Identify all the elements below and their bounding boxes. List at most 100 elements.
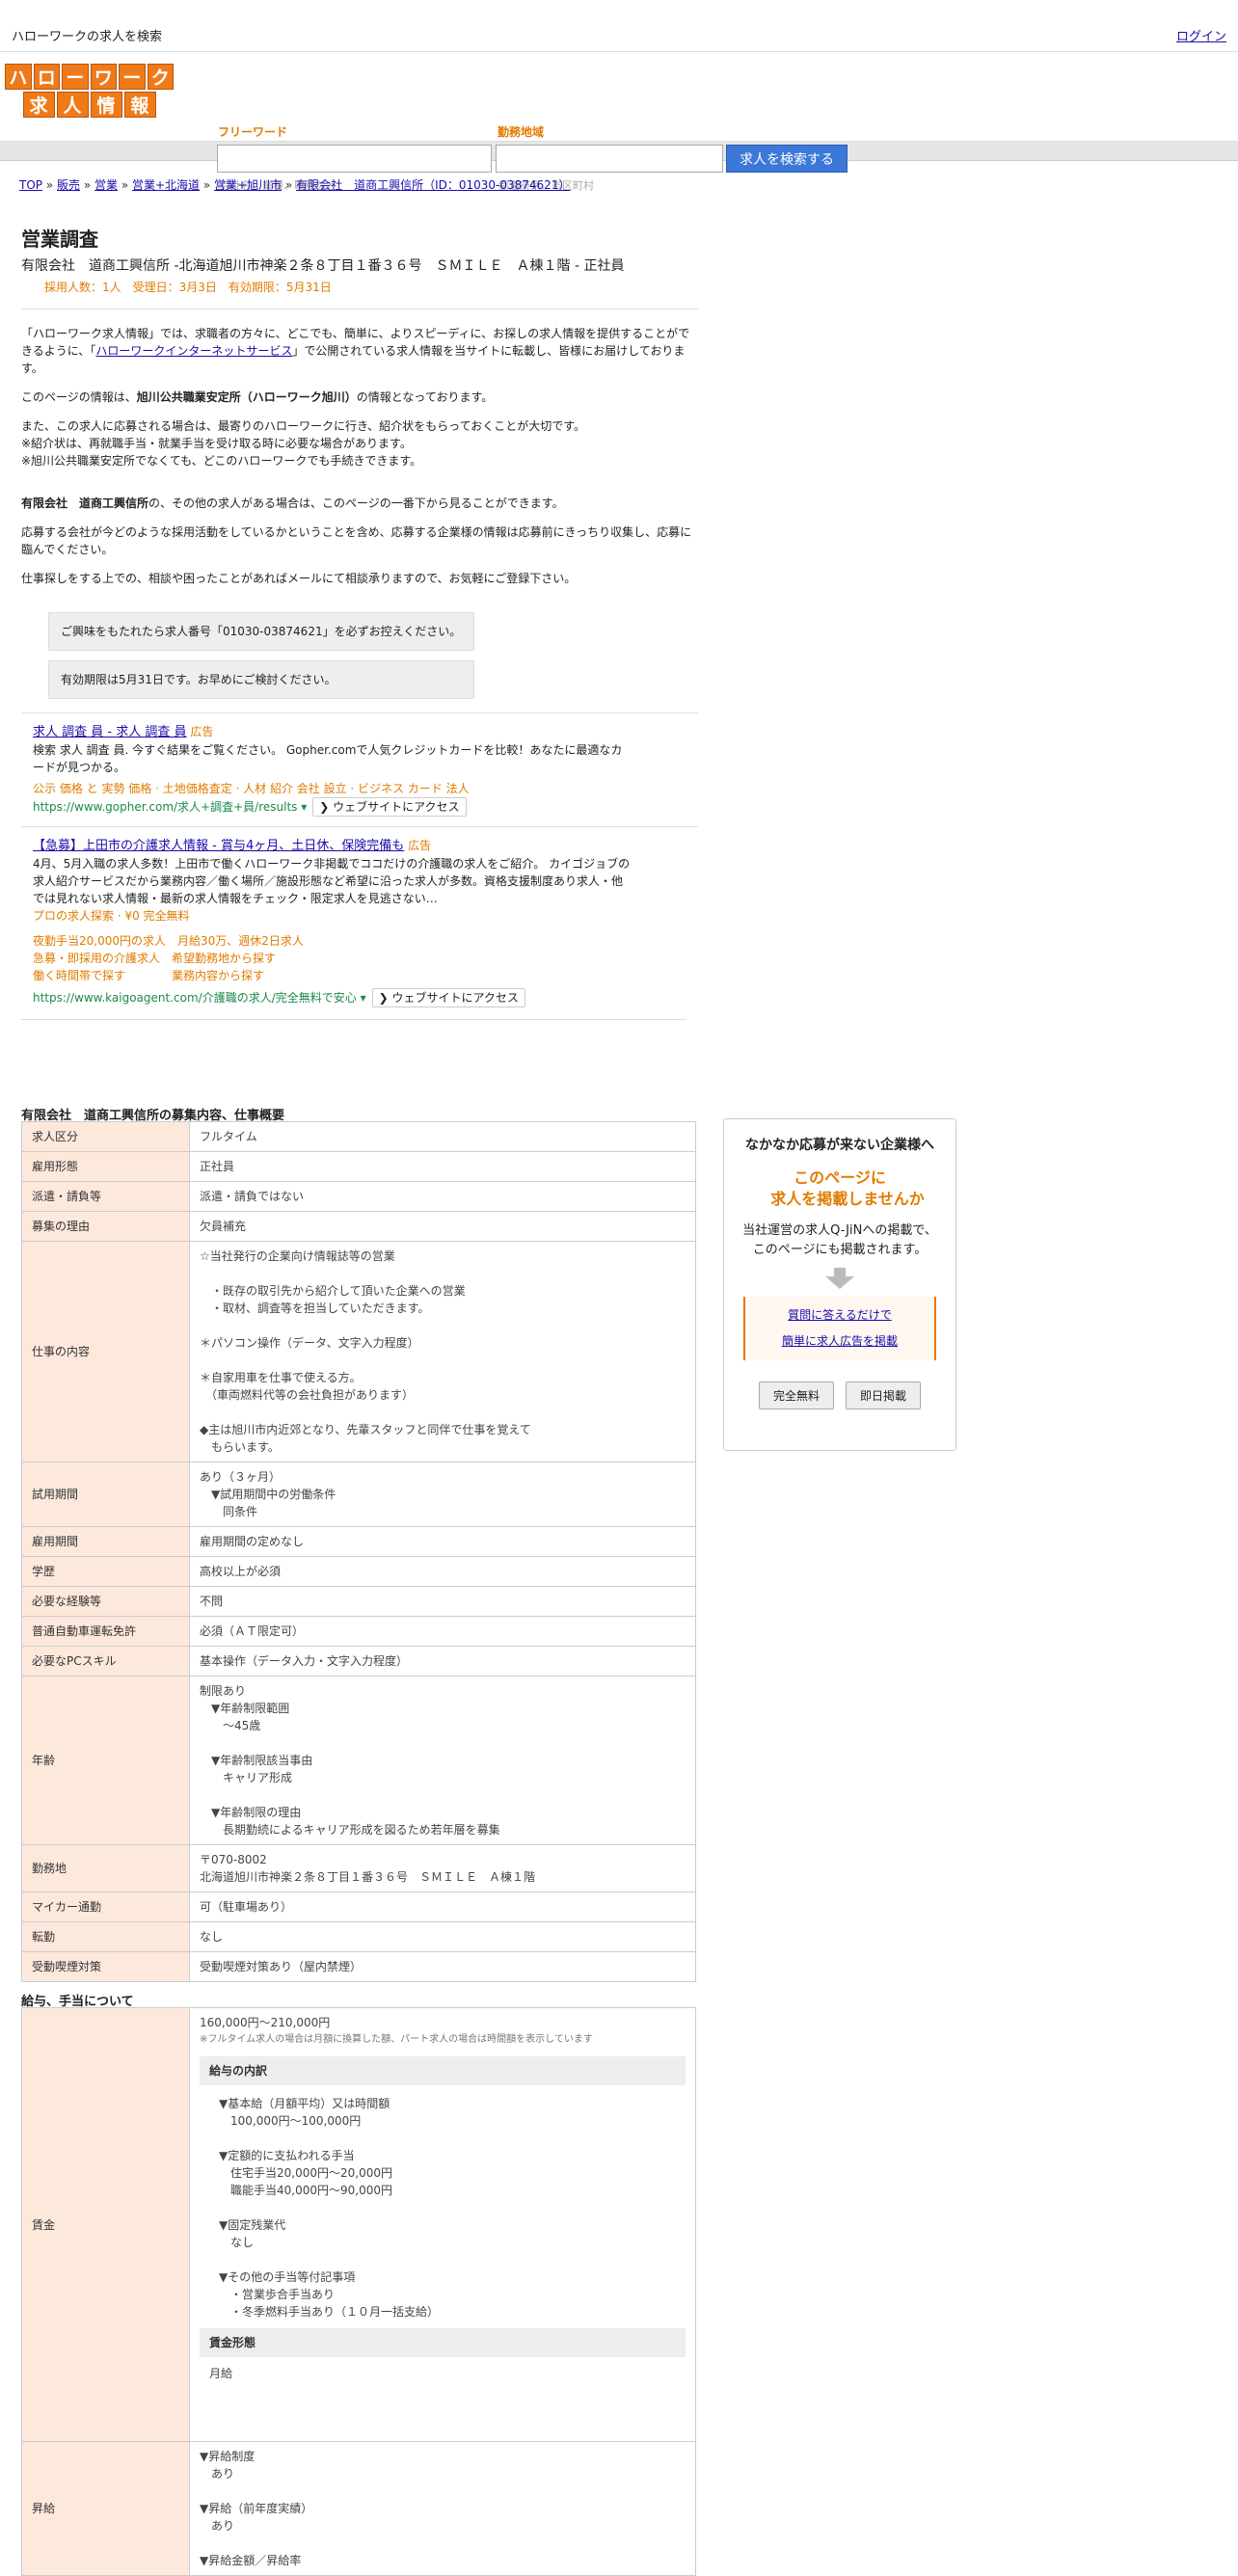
row-value: 制限あり ▼年齢制限範囲 〜45歳 ▼年齢制限該当事由 キャリア形成 ▼年齢制限… bbox=[189, 1676, 696, 1845]
table-row: 普通自動車運転免許 必須（ＡＴ限定可） bbox=[21, 1616, 696, 1647]
row-key: 試用期間 bbox=[21, 1462, 190, 1527]
hellowork-logo[interactable]: ハローワーク 求人情報 bbox=[5, 64, 174, 120]
intro-paragraph-2: このページの情報は、旭川公共職業安定所（ハローワーク旭川）の情報となっております… bbox=[21, 390, 494, 404]
row-value: あり（３ヶ月） ▼試用期間中の労働条件 同条件 bbox=[189, 1462, 696, 1527]
row-key: 派遣・請負等 bbox=[21, 1181, 190, 1212]
ad-2: 【急募】上田市の介護求人情報 - 賞与4ヶ月、土日休、保険完備も 広告 4月、5… bbox=[33, 837, 631, 1007]
search-button[interactable]: 求人を検索する bbox=[726, 145, 848, 173]
table-row: 募集の理由 欠員補充 bbox=[21, 1211, 696, 1242]
row-value: 必須（ＡＴ限定可） bbox=[189, 1616, 696, 1647]
table-row: マイカー通勤 可（駐車場あり） bbox=[21, 1892, 696, 1922]
visit-website-button[interactable]: ❯ ウェブサイトにアクセス bbox=[312, 797, 467, 817]
row-key: 賃金 bbox=[21, 2007, 190, 2442]
form-label: 賃金形態 bbox=[200, 2328, 686, 2357]
row-value: 高校以上が必須 bbox=[189, 1556, 696, 1587]
table-row: 年齢 制限あり ▼年齢制限範囲 〜45歳 ▼年齢制限該当事由 キャリア形成 ▼年齢… bbox=[21, 1676, 696, 1845]
table-row: 勤務地 〒070-8002 北海道旭川市神楽２条８丁目１番３６号 ＳＭＩＬＥ Ａ棟… bbox=[21, 1844, 696, 1892]
logo-char: 人 bbox=[56, 92, 89, 118]
ad-sitelinks[interactable]: 夜勤手当20,000円の求人 月給30万、週休2日求人 急募・即採用の介護求人 … bbox=[33, 932, 631, 984]
same-day-button[interactable]: 即日掲載 bbox=[846, 1382, 922, 1409]
row-value: 基本操作（データ入力・文字入力程度） bbox=[189, 1646, 696, 1677]
ad-title[interactable]: 【急募】上田市の介護求人情報 - 賞与4ヶ月、土日休、保険完備も bbox=[33, 839, 404, 853]
job-subtitle: 有限会社 道商工興信所 -北海道旭川市神楽２条８丁目１番３６号 ＳＭＩＬＥ Ａ棟… bbox=[21, 258, 625, 274]
logo-char: 求 bbox=[22, 92, 55, 118]
area-input[interactable] bbox=[496, 145, 723, 173]
row-value: 不問 bbox=[189, 1586, 696, 1617]
table-row: 転勤 なし bbox=[21, 1921, 696, 1952]
logo-char: 情 bbox=[90, 92, 122, 118]
logo-char: ハ bbox=[5, 64, 32, 90]
row-value: 可（駐車場あり） bbox=[189, 1892, 696, 1922]
salary-range: 160,000円〜210,000円 bbox=[200, 2016, 331, 2029]
row-key: 年齢 bbox=[21, 1676, 190, 1845]
breadcrumb-item[interactable]: 営業 bbox=[94, 178, 118, 192]
row-value: なし bbox=[189, 1921, 696, 1952]
sidebar-cta: このページに 求人を掲載しませんか bbox=[770, 1168, 925, 1208]
ad-title[interactable]: 求人 調査 員 - 求人 調査 員 bbox=[33, 725, 187, 739]
breadcrumb: TOP » 販売 » 営業 » 営業+北海道 » 営業+旭川市 » 有限会社 道… bbox=[19, 178, 571, 192]
ad-url[interactable]: https://www.kaigoagent.com/介護職の求人/完全無料で安… bbox=[33, 991, 357, 1005]
intro-paragraph-3: また、この求人に応募される場合は、最寄りのハローワークに行き、紹介状をもらってお… bbox=[21, 419, 586, 468]
row-key: 仕事の内容 bbox=[21, 1241, 190, 1462]
ad-url[interactable]: https://www.gopher.com/求人+調査+員/results bbox=[33, 800, 297, 814]
job-main: 営業調査 有限会社 道商工興信所 -北海道旭川市神楽２条８丁目１番３６号 ＳＭＩ… bbox=[21, 224, 698, 1032]
sidebar-heading: なかなか応募が来ない企業様へ bbox=[745, 1138, 934, 1153]
freeword-input[interactable] bbox=[217, 145, 492, 173]
details-table: 求人区分 フルタイム 雇用形態 正社員 派遣・請負等 派遣・請負ではない 募集の理由 欠員補充… bbox=[21, 1121, 696, 1982]
breadcrumb-item[interactable]: 有限会社 道商工興信所（ID：01030-03874621） bbox=[296, 178, 570, 192]
breadcrumb-item[interactable]: 販売 bbox=[57, 178, 80, 192]
ad-sitelinks[interactable]: 公示 価格 と 実勢 価格 · 土地価格査定 · 人材 紹介 会社 設立 · ビ… bbox=[33, 780, 631, 797]
table-row: 試用期間 あり（３ヶ月） ▼試用期間中の労働条件 同条件 bbox=[21, 1462, 696, 1527]
table-row: 求人区分 フルタイム bbox=[21, 1121, 696, 1152]
ad-tag: 広告 bbox=[408, 839, 432, 852]
login-link[interactable]: ログイン bbox=[1176, 26, 1226, 44]
row-value: 正社員 bbox=[189, 1151, 696, 1182]
sidebar-link-answer[interactable]: 質問に答えるだけで bbox=[788, 1308, 892, 1322]
row-value: 〒070-8002 北海道旭川市神楽２条８丁目１番３６号 ＳＭＩＬＥ Ａ棟１階 bbox=[189, 1844, 696, 1892]
row-value: 雇用期間の定めなし bbox=[189, 1526, 696, 1557]
row-key: 必要なPCスキル bbox=[21, 1646, 190, 1677]
row-key: 雇用形態 bbox=[21, 1151, 190, 1182]
salary-breakdown: ▼基本給（月額平均）又は時間額 100,000円〜100,000円 ▼定額的に支… bbox=[219, 2097, 440, 2319]
hellowork-internet-link[interactable]: ハローワークインターネットサービス bbox=[95, 344, 292, 358]
search-bar: ハローワーク 求人情報 フリーワード 会社名、業種、職種など 勤務地域 都道府県… bbox=[0, 52, 1238, 192]
freeword-label: フリーワード bbox=[218, 125, 288, 139]
job-title: 営業調査 bbox=[21, 228, 98, 251]
sidebar-link-box: 質問に答えるだけで 簡単に求人広告を掲載 bbox=[743, 1297, 936, 1360]
breadcrumb-item[interactable]: 営業+北海道 bbox=[132, 178, 200, 192]
table-row: 必要な経験等 不問 bbox=[21, 1586, 696, 1617]
free-button[interactable]: 完全無料 bbox=[758, 1382, 834, 1409]
row-key: 必要な経験等 bbox=[21, 1586, 190, 1617]
row-key: 求人区分 bbox=[21, 1121, 190, 1152]
row-value: ☆当社発行の企業向け情報誌等の営業 ・既存の取引先から紹介して頂いた企業への営業… bbox=[189, 1241, 696, 1462]
row-key: 転勤 bbox=[21, 1921, 190, 1952]
sidebar-link-post[interactable]: 簡単に求人広告を掲載 bbox=[782, 1334, 898, 1348]
visit-website-button[interactable]: ❯ ウェブサイトにアクセス bbox=[371, 988, 525, 1007]
job-number-note: ご興味をもたれたら求人番号「01030-03874621」を必ずお控えください。 bbox=[48, 612, 474, 651]
ad-body: 検索 求人 調査 員. 今すぐ結果をご覧ください。 Gopher.comで人気ク… bbox=[33, 743, 623, 774]
salary-table: 賃金 160,000円〜210,000円 ※フルタイム求人の場合は月額に換算した… bbox=[21, 2007, 696, 2576]
intro-paragraph-1: 「ハローワーク求人情報」では、求職者の方々に、どこでも、簡単に、よりスピーディに… bbox=[21, 327, 690, 375]
top-bar: ハローワークの求人を検索 ログイン bbox=[0, 0, 1238, 52]
down-arrow-icon bbox=[825, 1268, 854, 1289]
ad-body: 4月、5月入職の求人多数！上田市で働くハローワーク非掲載でココだけの介護職の求人… bbox=[33, 857, 631, 905]
breadcrumb-item[interactable]: TOP bbox=[19, 178, 42, 192]
row-value: 受動喫煙対策あり（屋内禁煙） bbox=[189, 1951, 696, 1982]
row-value: 派遣・請負ではない bbox=[189, 1181, 696, 1212]
sidebar-desc: 当社運営の求人Q-JiNへの掲載で、 このページにも掲載されます。 bbox=[742, 1223, 937, 1257]
table-row: 雇用期間 雇用期間の定めなし bbox=[21, 1526, 696, 1557]
job-meta: 採用人数：1人 受理日：3月3日 有効期限：5月31日 bbox=[44, 281, 332, 294]
row-value: 160,000円〜210,000円 ※フルタイム求人の場合は月額に換算した額、パ… bbox=[189, 2007, 696, 2442]
table-row: 仕事の内容 ☆当社発行の企業向け情報誌等の営業 ・既存の取引先から紹介して頂いた企… bbox=[21, 1241, 696, 1462]
table-row: 学歴 高校以上が必須 bbox=[21, 1556, 696, 1587]
logo-char: ワ bbox=[90, 64, 117, 90]
table-row: 派遣・請負等 派遣・請負ではない bbox=[21, 1181, 696, 1212]
salary-form: 月給 bbox=[209, 2367, 233, 2380]
row-key: 雇用期間 bbox=[21, 1526, 190, 1557]
row-value: ▼昇給制度 あり ▼昇給（前年度実績） あり ▼昇給金額／昇給率 bbox=[189, 2441, 696, 2576]
breadcrumb-item[interactable]: 営業+旭川市 bbox=[214, 178, 282, 192]
row-key: 勤務地 bbox=[21, 1844, 190, 1892]
row-key: 昇給 bbox=[21, 2441, 190, 2576]
ad-1: 求人 調査 員 - 求人 調査 員 広告 検索 求人 調査 員. 今すぐ結果をご… bbox=[33, 723, 631, 817]
advertiser-sidebar: なかなか応募が来ない企業様へ このページに 求人を掲載しませんか 当社運営の求人… bbox=[723, 1118, 956, 1451]
